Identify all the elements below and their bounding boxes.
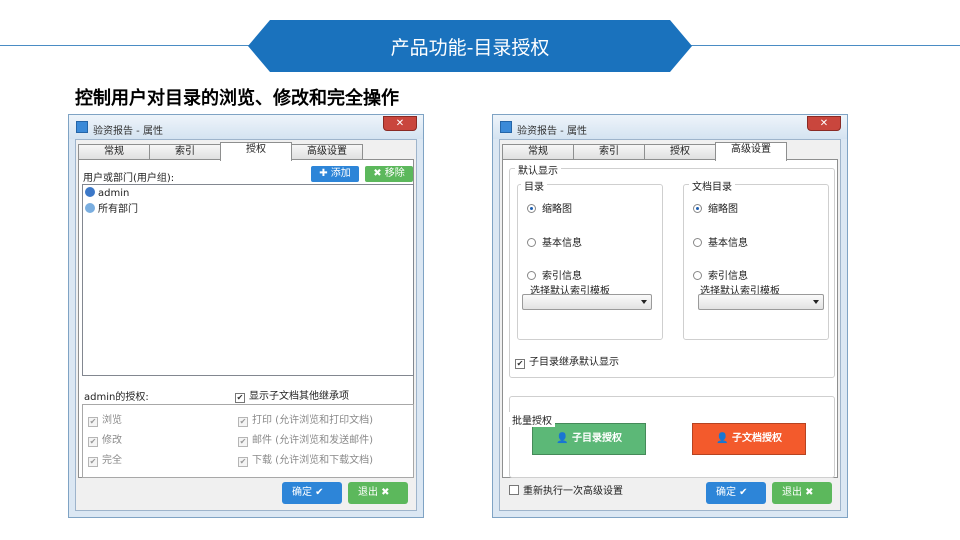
close-button[interactable]: ✕ bbox=[383, 116, 417, 131]
user-icon: 👤 bbox=[556, 433, 572, 444]
default-display-label: 默认显示 bbox=[515, 162, 561, 177]
properties-window-authorization: 验资报告 - 属性 ✕ 常规 索引 授权 高级设置 用户或部门(用户组): ✚ … bbox=[68, 114, 424, 518]
chevron-down-icon bbox=[641, 300, 647, 304]
perm-download-checkbox: ✔ bbox=[238, 457, 248, 467]
user-icon: 👤 bbox=[716, 433, 732, 444]
exit-button[interactable]: 退出 ✖ bbox=[772, 482, 832, 504]
tab-authorization[interactable]: 授权 bbox=[644, 144, 716, 160]
banner-title: 产品功能-目录授权 bbox=[390, 37, 550, 59]
window-app-icon bbox=[76, 121, 88, 133]
perm-print: ✔ 打印 (允许浏览和打印文档) bbox=[238, 415, 373, 427]
window-title: 验资报告 - 属性 bbox=[93, 126, 163, 137]
doc-template-dropdown[interactable] bbox=[698, 294, 824, 310]
advanced-panel: 默认显示 缩略图 基本信息 索引信息 选择默认索引模板 目录 缩略图 基本信息 … bbox=[502, 159, 838, 478]
ok-button[interactable]: 确定 ✔ bbox=[706, 482, 766, 504]
perm-print-checkbox: ✔ bbox=[238, 417, 248, 427]
tab-index[interactable]: 索引 bbox=[149, 144, 221, 160]
list-item-admin[interactable]: admin bbox=[85, 187, 129, 199]
dir-group-label: 目录 bbox=[521, 178, 547, 193]
dir-template-dropdown[interactable] bbox=[522, 294, 652, 310]
perm-full: ✔ 完全 bbox=[88, 455, 122, 467]
slide-subtitle: 控制用户对目录的浏览、修改和完全操作 bbox=[75, 88, 399, 109]
tab-general[interactable]: 常规 bbox=[502, 144, 574, 160]
dir-basic-radio[interactable] bbox=[527, 238, 536, 247]
dir-index-option[interactable]: 索引信息 bbox=[527, 267, 582, 282]
perm-full-checkbox: ✔ bbox=[88, 457, 98, 467]
permissions-label: admin的授权: bbox=[84, 392, 149, 403]
perm-browse: ✔ 浏览 bbox=[88, 415, 122, 427]
perm-mail: ✔ 邮件 (允许浏览和发送邮件) bbox=[238, 435, 373, 447]
permissions-box: ✔ 浏览 ✔ 修改 ✔ 完全 ✔ 打印 (允许浏览和打印文档) ✔ 邮件 (允许浏览和发送… bbox=[82, 404, 414, 478]
doc-index-option[interactable]: 索引信息 bbox=[693, 267, 748, 282]
remove-button[interactable]: ✖ 移除 bbox=[365, 166, 413, 182]
doc-basic-radio[interactable] bbox=[693, 238, 702, 247]
exit-button[interactable]: 退出 ✖ bbox=[348, 482, 408, 504]
window-app-icon bbox=[500, 121, 512, 133]
perm-mail-checkbox: ✔ bbox=[238, 437, 248, 447]
perm-download: ✔ 下载 (允许浏览和下载文档) bbox=[238, 455, 373, 467]
rerun-checkbox[interactable] bbox=[509, 485, 519, 495]
window-titlebar[interactable]: 验资报告 - 属性 ✕ bbox=[493, 115, 847, 139]
title-banner: 产品功能-目录授权 bbox=[248, 20, 692, 72]
dir-index-radio[interactable] bbox=[527, 271, 536, 280]
tab-advanced-settings[interactable]: 高级设置 bbox=[291, 144, 363, 160]
sub-directory-auth-button[interactable]: 👤 子目录授权 bbox=[532, 423, 646, 455]
properties-window-advanced: 验资报告 - 属性 ✕ 常规 索引 授权 高级设置 默认显示 缩略图 基本信息 … bbox=[492, 114, 848, 518]
dir-basic-option[interactable]: 基本信息 bbox=[527, 234, 582, 249]
tab-index[interactable]: 索引 bbox=[573, 144, 645, 160]
group-icon bbox=[85, 203, 95, 213]
window-titlebar[interactable]: 验资报告 - 属性 ✕ bbox=[69, 115, 423, 139]
doc-thumbnail-radio[interactable] bbox=[693, 204, 702, 213]
window-body: 常规 索引 授权 高级设置 用户或部门(用户组): ✚ 添加 ✖ 移除 admi… bbox=[75, 139, 417, 511]
window-title: 验资报告 - 属性 bbox=[517, 126, 587, 137]
show-inherit-option[interactable]: ✔ 显示子文档其他继承项 bbox=[235, 387, 349, 403]
user-icon bbox=[85, 187, 95, 197]
tab-authorization[interactable]: 授权 bbox=[220, 142, 292, 161]
user-group-list[interactable]: admin 所有部门 bbox=[82, 184, 414, 376]
show-inherit-checkbox[interactable]: ✔ bbox=[235, 393, 245, 403]
doc-index-radio[interactable] bbox=[693, 271, 702, 280]
perm-modify: ✔ 修改 bbox=[88, 435, 122, 447]
doc-group-label: 文档目录 bbox=[689, 178, 735, 193]
perm-modify-checkbox: ✔ bbox=[88, 437, 98, 447]
doc-group: 缩略图 基本信息 索引信息 选择默认索引模板 bbox=[683, 184, 829, 340]
list-item-all-departments[interactable]: 所有部门 bbox=[85, 200, 138, 215]
close-button[interactable]: ✕ bbox=[807, 116, 841, 131]
batch-auth-label: 批量授权 bbox=[509, 412, 555, 427]
inherit-option[interactable]: ✔ 子目录继承默认显示 bbox=[515, 353, 619, 369]
doc-basic-option[interactable]: 基本信息 bbox=[693, 234, 748, 249]
rerun-option[interactable]: 重新执行一次高级设置 bbox=[509, 482, 623, 497]
window-body: 常规 索引 授权 高级设置 默认显示 缩略图 基本信息 索引信息 选择默认索引模… bbox=[499, 139, 841, 511]
tab-advanced-settings[interactable]: 高级设置 bbox=[715, 142, 787, 161]
add-button[interactable]: ✚ 添加 bbox=[311, 166, 359, 182]
dir-thumbnail-option[interactable]: 缩略图 bbox=[527, 200, 572, 215]
perm-browse-checkbox: ✔ bbox=[88, 417, 98, 427]
inherit-checkbox[interactable]: ✔ bbox=[515, 359, 525, 369]
dir-thumbnail-radio[interactable] bbox=[527, 204, 536, 213]
tab-general[interactable]: 常规 bbox=[78, 144, 150, 160]
sub-document-auth-button[interactable]: 👤 子文档授权 bbox=[692, 423, 806, 455]
users-label: 用户或部门(用户组): bbox=[83, 173, 175, 184]
chevron-down-icon bbox=[813, 300, 819, 304]
authorization-panel: 用户或部门(用户组): ✚ 添加 ✖ 移除 admin 所有部门 admin的授… bbox=[78, 159, 414, 478]
ok-button[interactable]: 确定 ✔ bbox=[282, 482, 342, 504]
doc-thumbnail-option[interactable]: 缩略图 bbox=[693, 200, 738, 215]
batch-auth-group: 👤 子目录授权 👤 子文档授权 bbox=[509, 396, 835, 478]
dir-group: 缩略图 基本信息 索引信息 选择默认索引模板 bbox=[517, 184, 663, 340]
